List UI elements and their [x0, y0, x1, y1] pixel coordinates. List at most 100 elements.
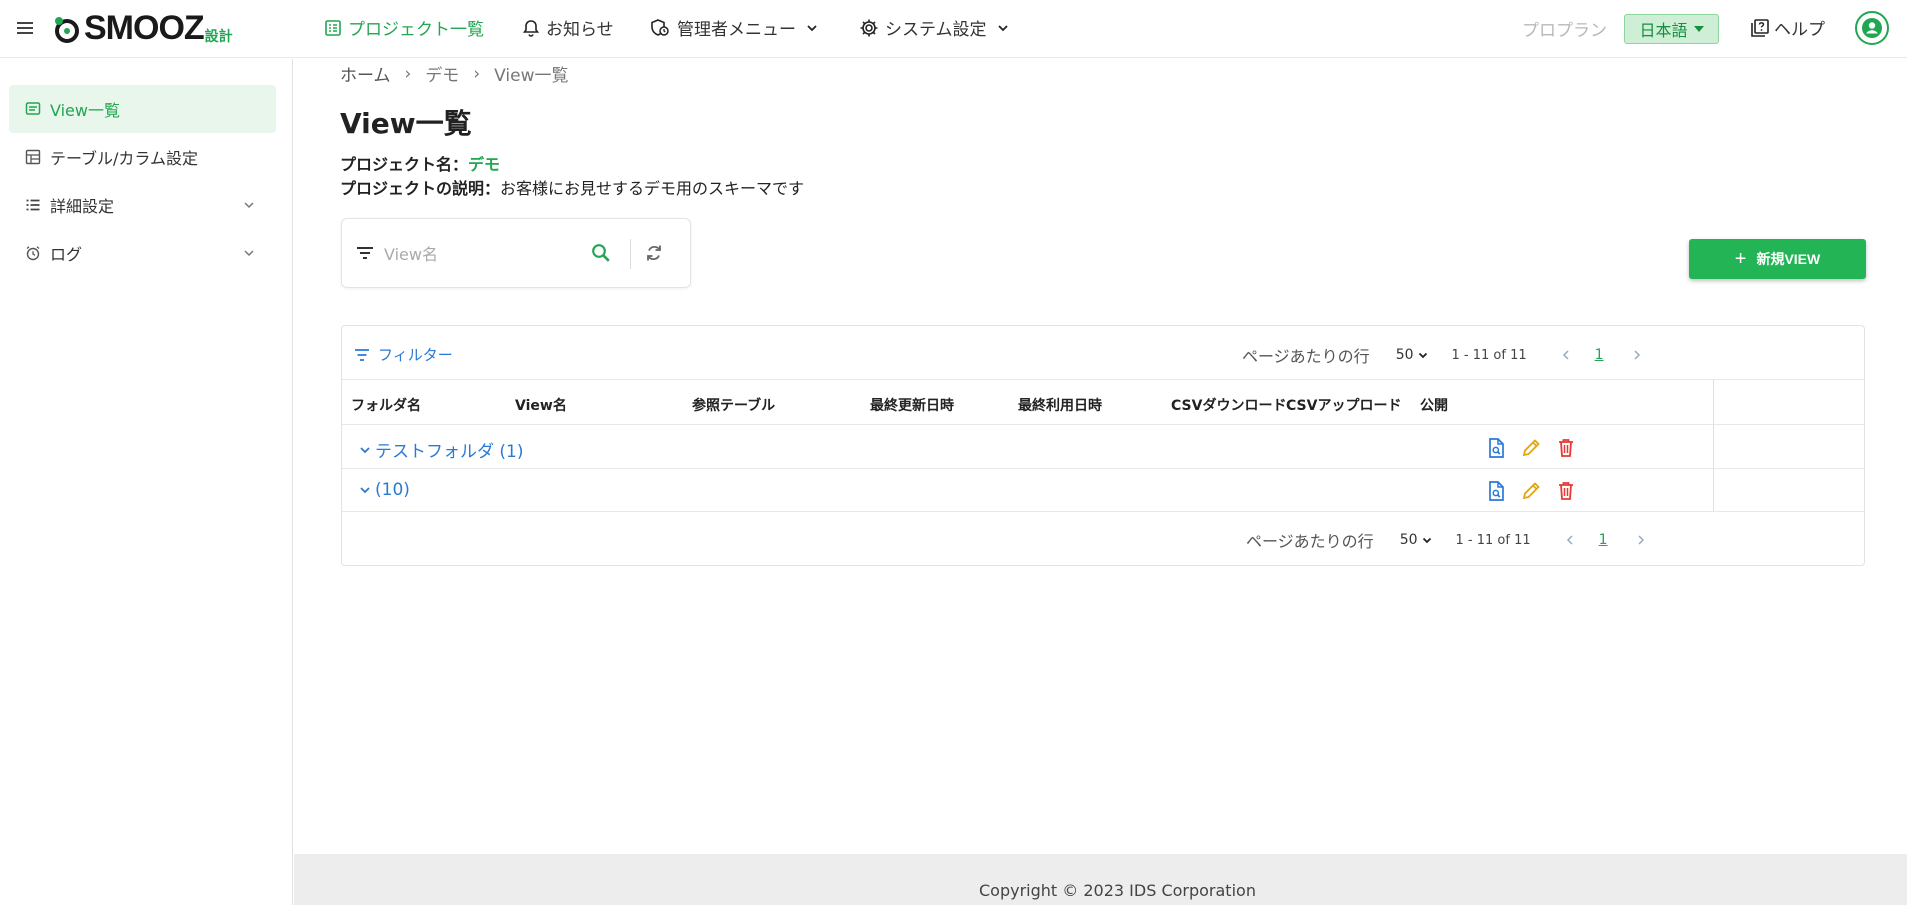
page-title: View一覧 [340, 107, 472, 140]
breadcrumb-home[interactable]: ホーム [340, 61, 391, 86]
pencil-edit-icon[interactable] [1521, 437, 1541, 459]
page-number[interactable]: 1 [1599, 532, 1608, 548]
sidebar-item-log[interactable]: ログ [9, 229, 276, 277]
preview-doc-icon[interactable] [1486, 437, 1506, 459]
project-name: デモ [468, 155, 501, 174]
user-avatar[interactable] [1855, 11, 1889, 45]
breadcrumb-separator: › [473, 63, 481, 84]
filter-button[interactable]: フィルター [354, 344, 453, 365]
page-number[interactable]: 1 [1595, 347, 1604, 363]
chevron-down-icon [807, 24, 817, 31]
logo-text: SMOOZ [84, 9, 205, 47]
sidebar-item-label: ログ [50, 245, 83, 264]
chevron-left-icon[interactable] [1561, 349, 1571, 361]
project-name-line: プロジェクト名：デモ [340, 151, 500, 175]
column-header: View名 [515, 398, 567, 414]
alarm-clock-icon [26, 246, 40, 261]
folder-name: (10) [375, 480, 410, 500]
folder-name: テストフォルダ (1) [375, 442, 524, 462]
chevron-down-icon [1418, 352, 1427, 359]
chevron-right-icon[interactable] [1636, 534, 1646, 546]
chevron-down-icon [244, 202, 254, 209]
sidebar-item-label: 詳細設定 [50, 197, 115, 216]
caret-down-icon [1693, 26, 1704, 32]
bell-icon [522, 19, 540, 37]
range-text: 1 - 11 of 11 [1451, 347, 1527, 363]
nav-project-list[interactable]: プロジェクト一覧 [324, 15, 484, 40]
language-value: 日本語 [1639, 21, 1688, 40]
sidebar-item-view-list[interactable]: View一覧 [9, 85, 276, 133]
table-row: (10) [342, 469, 1864, 512]
chevron-down-icon [360, 446, 370, 453]
breadcrumb: ホーム › デモ › View一覧 [340, 61, 568, 87]
project-description-line: プロジェクトの説明：お客様にお見せするデモ用のスキーマです [340, 175, 804, 199]
view-table-card: フィルター ページあたりの行 50 1 - 11 of 11 1 フォルダ名 V… [341, 325, 1865, 566]
project-description-label: プロジェクトの説明： [340, 179, 501, 198]
nav-system-settings-label: システム設定 [885, 20, 987, 40]
search-panel [341, 218, 691, 288]
sidebar-item-detail-settings[interactable]: 詳細設定 [9, 181, 276, 229]
folder-toggle[interactable]: テストフォルダ (1) [358, 437, 523, 462]
new-view-button-label: 新規VIEW [1756, 251, 1821, 267]
view-name-search-input[interactable] [384, 241, 574, 267]
sidebar-item-table-settings[interactable]: テーブル/カラム設定 [9, 133, 276, 181]
table-header: フォルダ名 View名 参照テーブル 最終更新日時 最終利用日時 CSVダウンロ… [342, 379, 1864, 425]
footer: Copyright © 2023 IDS Corporation [294, 854, 1907, 905]
help-label: ヘルプ [1774, 20, 1825, 40]
column-header: CSVアップロード [1286, 398, 1402, 414]
trash-delete-icon[interactable] [1556, 480, 1576, 502]
rows-per-page-label: ページあたりの行 [1242, 347, 1370, 366]
hamburger-menu-icon[interactable] [14, 17, 36, 39]
project-description: お客様にお見せするデモ用のスキーマです [500, 179, 805, 198]
chevron-left-icon[interactable] [1565, 534, 1575, 546]
nav-notifications[interactable]: お知らせ [522, 15, 614, 40]
breadcrumb-separator: › [404, 63, 412, 84]
nav-admin-menu[interactable]: 管理者メニュー [649, 15, 818, 40]
nav-notifications-label: お知らせ [546, 20, 614, 40]
top-header: SMOOZ 設計 プロジェクト一覧 お知らせ 管理者メニュー システム設定 プロ… [0, 0, 1907, 58]
folder-toggle[interactable]: (10) [358, 480, 410, 500]
chevron-down-icon [1422, 537, 1431, 544]
chevron-down-icon [360, 487, 370, 494]
filter-icon [355, 348, 369, 361]
refresh-icon[interactable] [643, 242, 665, 264]
chevron-down-icon [244, 250, 254, 257]
language-select[interactable]: 日本語 [1624, 14, 1719, 44]
chevron-right-icon[interactable] [1632, 349, 1642, 361]
help-link[interactable]: ヘルプ [1750, 15, 1825, 40]
filter-label: フィルター [378, 346, 453, 364]
main-content: ホーム › デモ › View一覧 View一覧 プロジェクト名：デモ プロジェ… [294, 59, 1907, 905]
column-header: 公開 [1420, 398, 1448, 414]
preview-doc-icon[interactable] [1486, 480, 1506, 502]
help-book-icon [1751, 18, 1769, 37]
project-name-label: プロジェクト名： [340, 155, 469, 174]
nav-admin-menu-label: 管理者メニュー [677, 20, 796, 40]
sidebar: View一覧 テーブル/カラム設定 詳細設定 ログ [0, 59, 293, 905]
plan-label: プロプラン [1522, 21, 1607, 41]
trash-delete-icon[interactable] [1556, 437, 1576, 459]
search-icon[interactable] [590, 242, 612, 264]
column-header: 参照テーブル [692, 398, 776, 414]
rows-per-page-label: ページあたりの行 [1246, 532, 1374, 551]
plus-icon: + [1734, 247, 1747, 270]
filter-icon [357, 247, 373, 259]
logo[interactable]: SMOOZ 設計 [52, 9, 233, 48]
breadcrumb-project[interactable]: デモ [425, 61, 459, 86]
rows-per-page-select[interactable]: 50 [1400, 532, 1432, 548]
logo-subtext: 設計 [204, 27, 233, 44]
rows-per-page-value: 50 [1395, 347, 1414, 363]
column-header: フォルダ名 [351, 398, 421, 414]
nav-system-settings[interactable]: システム設定 [859, 15, 1009, 40]
rows-per-page-select[interactable]: 50 [1396, 347, 1428, 363]
logo-mark-icon [55, 16, 79, 43]
range-text: 1 - 11 of 11 [1455, 532, 1531, 548]
project-list-icon [325, 19, 341, 36]
pencil-edit-icon[interactable] [1521, 480, 1541, 502]
rows-per-page-value: 50 [1399, 532, 1418, 548]
column-header: 最終利用日時 [1018, 398, 1102, 414]
sidebar-item-label: View一覧 [50, 101, 120, 120]
new-view-button[interactable]: + 新規VIEW [1689, 239, 1866, 279]
admin-shield-icon [651, 18, 669, 36]
table-row: テストフォルダ (1) [342, 426, 1864, 469]
pagination-bottom: ページあたりの行 50 1 - 11 of 11 1 [1246, 528, 1646, 552]
